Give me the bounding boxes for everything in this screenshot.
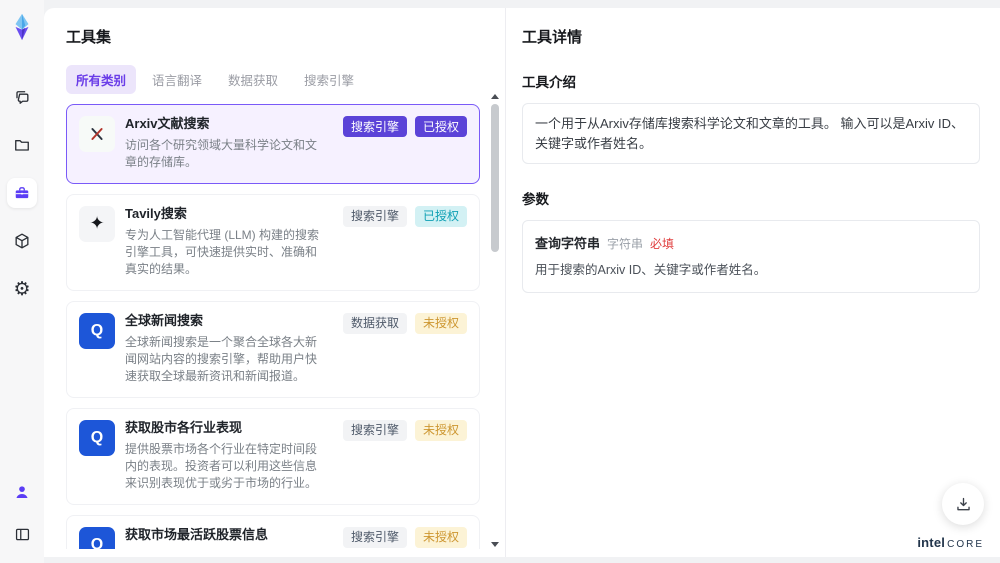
app-window: ⚙ 工具集 所有类别 语言翻译 数据获取 搜索引擎 Arxiv文献搜索 访问各个… — [0, 0, 1000, 563]
download-icon — [956, 497, 970, 510]
news-q-icon: Q — [79, 312, 115, 349]
tab-search-engine[interactable]: 搜索引擎 — [294, 65, 364, 94]
tool-description: 专为人工智能代理 (LLM) 构建的搜索引擎工具，可快速提供实时、准确和真实的结… — [125, 227, 320, 277]
tool-card[interactable]: Q 全球新闻搜索 全球新闻搜索是一个聚合全球各大新闻网站内容的搜索引擎，帮助用户… — [66, 300, 480, 398]
tool-description: 提供股票市场各个行业在特定时间段内的表现。投资者可以利用这些信息来识别表现优于或… — [125, 441, 318, 491]
scrollbar-thumb[interactable] — [491, 104, 499, 252]
tool-description: 全球新闻搜索是一个聚合全球各大新闻网站内容的搜索引擎，帮助用户快速获取全球最新资… — [125, 334, 318, 384]
tool-name: Tavily搜索 — [125, 205, 187, 221]
category-badge: 搜索引擎 — [342, 526, 407, 549]
user-icon[interactable] — [7, 477, 37, 507]
tool-list-panel: 工具集 所有类别 语言翻译 数据获取 搜索引擎 Arxiv文献搜索 访问各个研究… — [44, 8, 505, 557]
news-q-icon: Q — [79, 526, 115, 549]
folder-icon[interactable] — [7, 130, 37, 160]
tool-card[interactable]: Q 获取市场最活跃股票信息 提供当天交易量最高的股票列表，投资者可以利用这些信息… — [66, 514, 480, 550]
param-name: 查询字符串 — [535, 236, 601, 251]
icon-rail: ⚙ — [0, 0, 44, 563]
news-q-icon: Q — [79, 419, 115, 456]
panel-toggle-icon[interactable] — [7, 519, 37, 549]
intro-text: 一个用于从Arxiv存储库搜索科学论文和文章的工具。 输入可以是Arxiv ID… — [535, 116, 965, 151]
tool-name: 全球新闻搜索 — [125, 312, 204, 328]
param-type: 字符串 — [607, 237, 644, 251]
gear-icon[interactable]: ⚙ — [7, 274, 37, 304]
list-scrollbar[interactable] — [490, 94, 500, 547]
scroll-down-arrow-icon[interactable] — [491, 542, 499, 547]
download-button[interactable] — [942, 483, 984, 525]
param-required-badge: 必填 — [650, 237, 675, 251]
params-heading: 参数 — [522, 192, 549, 207]
category-badge: 搜索引擎 — [342, 419, 407, 441]
tool-description: 访问各个研究领域大量科学论文和文章的存储库。 — [125, 137, 318, 170]
scroll-up-arrow-icon[interactable] — [491, 94, 499, 99]
auth-status-badge: 未授权 — [414, 312, 467, 334]
cube-icon[interactable] — [7, 226, 37, 256]
main-content: 工具集 所有类别 语言翻译 数据获取 搜索引擎 Arxiv文献搜索 访问各个研究… — [44, 8, 1000, 557]
tab-language-translation[interactable]: 语言翻译 — [142, 65, 212, 94]
category-badge: 搜索引擎 — [342, 116, 407, 138]
tool-list: Arxiv文献搜索 访问各个研究领域大量科学论文和文章的存储库。 搜索引擎 已授… — [66, 104, 480, 549]
tab-all-categories[interactable]: 所有类别 — [66, 65, 137, 94]
tool-name: Arxiv文献搜索 — [125, 116, 210, 131]
tool-detail-panel: 工具详情 工具介绍 一个用于从Arxiv存储库搜索科学论文和文章的工具。 输入可… — [505, 8, 1000, 557]
intel-core-logo: intel CORE — [917, 535, 984, 550]
tool-card[interactable]: Arxiv文献搜索 访问各个研究领域大量科学论文和文章的存储库。 搜索引擎 已授… — [66, 104, 480, 184]
intro-card: 一个用于从Arxiv存储库搜索科学论文和文章的工具。 输入可以是Arxiv ID… — [522, 103, 980, 164]
app-logo — [7, 12, 37, 42]
tool-card[interactable]: ✦ Tavily搜索 专为人工智能代理 (LLM) 构建的搜索引擎工具，可快速提… — [66, 193, 480, 291]
detail-title: 工具详情 — [522, 29, 583, 46]
chat-icon[interactable] — [7, 82, 37, 112]
intro-heading: 工具介绍 — [522, 75, 576, 90]
arxiv-logo-icon — [79, 116, 115, 152]
tool-name: 获取股市各行业表现 — [125, 419, 243, 435]
tool-card[interactable]: Q 获取股市各行业表现 提供股票市场各个行业在特定时间段内的表现。投资者可以利用… — [66, 407, 480, 505]
category-badge: 数据获取 — [342, 312, 407, 334]
tavily-star-icon: ✦ — [79, 205, 115, 242]
page-title: 工具集 — [66, 29, 112, 46]
param-card: 查询字符串 字符串 必填 用于搜索的Arxiv ID、关键字或作者姓名。 — [522, 220, 980, 293]
category-tabs: 所有类别 语言翻译 数据获取 搜索引擎 — [66, 65, 505, 94]
tool-name: 获取市场最活跃股票信息 — [125, 526, 269, 542]
tool-description: 提供当天交易量最高的股票列表，投资者可以利用这些信息来识别流动性强的股票和潜在的… — [125, 548, 329, 550]
briefcase-icon[interactable] — [7, 178, 37, 208]
tab-data-fetching[interactable]: 数据获取 — [218, 65, 288, 94]
param-desc: 用于搜索的Arxiv ID、关键字或作者姓名。 — [535, 263, 767, 277]
auth-status-badge: 未授权 — [414, 419, 467, 441]
auth-status-badge: 已授权 — [414, 205, 467, 227]
auth-status-badge: 未授权 — [414, 526, 467, 549]
category-badge: 搜索引擎 — [342, 205, 407, 227]
auth-status-badge: 已授权 — [414, 116, 467, 138]
